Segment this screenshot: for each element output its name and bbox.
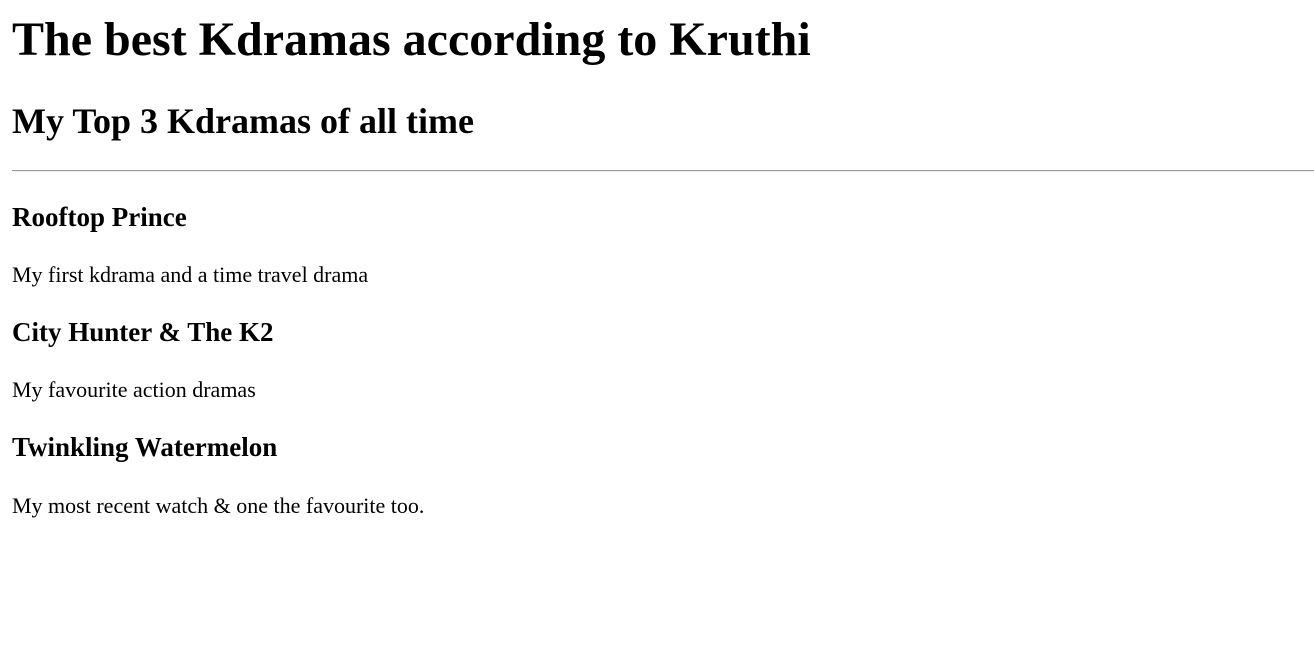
page-title: The best Kdramas according to Kruthi	[12, 13, 811, 66]
page-subtitle: My Top 3 Kdramas of all time	[12, 101, 475, 141]
drama-description-twinkling-watermelon: My most recent watch & one the favourite…	[12, 493, 425, 518]
drama-title-rooftop-prince: Rooftop Prince	[12, 202, 187, 232]
horizontal-divider	[12, 170, 1314, 172]
drama-description-rooftop-prince: My first kdrama and a time travel drama	[12, 262, 369, 287]
drama-title-city-hunter-k2: City Hunter & The K2	[12, 317, 274, 347]
drama-title-twinkling-watermelon: Twinkling Watermelon	[12, 432, 278, 462]
drama-description-city-hunter-k2: My favourite action dramas	[12, 377, 256, 402]
page-body: The best Kdramas according to Kruthi My …	[0, 0, 1314, 648]
